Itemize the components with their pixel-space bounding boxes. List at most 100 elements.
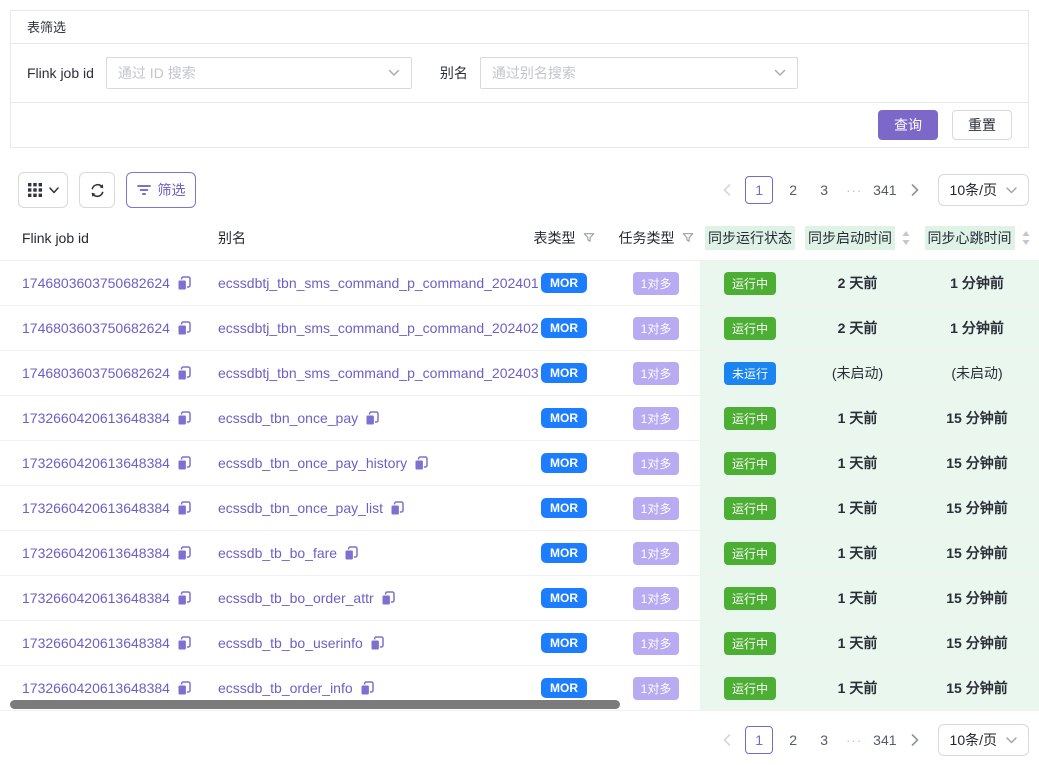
start-time-value: 1 天前 bbox=[838, 408, 878, 428]
query-button[interactable]: 查询 bbox=[878, 110, 938, 140]
funnel-filter-icon[interactable] bbox=[682, 232, 694, 244]
pagination-ellipsis[interactable]: ··· bbox=[844, 733, 864, 748]
sorter-icon[interactable] bbox=[902, 231, 910, 245]
sync-heartbeat-time-cell: 1 分钟前 bbox=[915, 261, 1039, 305]
page-button-1[interactable]: 1 bbox=[745, 726, 773, 754]
pagination-ellipsis[interactable]: ··· bbox=[844, 183, 864, 198]
alias-value[interactable]: ecssdb_tb_bo_userinfo bbox=[218, 635, 363, 651]
flink-job-id-cell: 1732660420613648384 bbox=[0, 441, 196, 485]
copy-icon[interactable] bbox=[390, 501, 404, 516]
copy-icon[interactable] bbox=[365, 411, 379, 426]
table-type-badge: MOR bbox=[541, 498, 587, 518]
copy-icon[interactable] bbox=[177, 591, 191, 606]
reset-button[interactable]: 重置 bbox=[952, 110, 1012, 140]
next-page-button[interactable] bbox=[906, 184, 924, 196]
table-header-row: Flink job id 别名 表类型 任务类型 同步运行状态 同步启动时间 bbox=[0, 216, 1039, 261]
copy-icon[interactable] bbox=[177, 456, 191, 471]
table-body: 1746803603750682624 ecssdbtj_tbn_sms_com… bbox=[0, 261, 1039, 711]
flink-job-id-value[interactable]: 1732660420613648384 bbox=[22, 500, 170, 516]
copy-icon[interactable] bbox=[177, 411, 191, 426]
page-size-select[interactable]: 10条/页 bbox=[938, 174, 1029, 206]
start-time-value: 1 天前 bbox=[838, 633, 878, 653]
prev-page-button[interactable] bbox=[718, 184, 736, 196]
sync-status-cell: 未运行 bbox=[700, 351, 800, 395]
sync-status-cell: 运行中 bbox=[700, 441, 800, 485]
sync-start-time-cell: 1 天前 bbox=[800, 441, 915, 485]
copy-icon[interactable] bbox=[177, 321, 191, 336]
horizontal-scrollbar-thumb[interactable] bbox=[10, 700, 620, 709]
flink-job-id-value[interactable]: 1732660420613648384 bbox=[22, 545, 170, 561]
sync-status-cell: 运行中 bbox=[700, 396, 800, 440]
page-button-3[interactable]: 3 bbox=[813, 182, 835, 198]
alias-label: 别名 bbox=[440, 63, 468, 83]
table-row: 1746803603750682624 ecssdbtj_tbn_sms_com… bbox=[0, 351, 1039, 396]
alias-value[interactable]: ecssdbtj_tbn_sms_command_p_command_20240… bbox=[218, 275, 539, 291]
sorter-icon[interactable] bbox=[1022, 231, 1030, 245]
copy-icon[interactable] bbox=[177, 501, 191, 516]
flink-job-id-cell: 1732660420613648384 bbox=[0, 621, 196, 665]
refresh-button[interactable] bbox=[79, 172, 115, 208]
alias-cell: ecssdb_tb_bo_fare bbox=[196, 531, 516, 575]
funnel-filter-icon[interactable] bbox=[583, 232, 595, 244]
alias-value[interactable]: ecssdb_tbn_once_pay_list bbox=[218, 500, 383, 516]
sync-heartbeat-time-cell: (未启动) bbox=[915, 351, 1039, 395]
table-filter-button-label: 筛选 bbox=[158, 180, 186, 200]
flink-job-id-value[interactable]: 1732660420613648384 bbox=[22, 455, 170, 471]
task-type-cell: 1对多 bbox=[612, 621, 700, 665]
flink-job-id-value[interactable]: 1746803603750682624 bbox=[22, 275, 170, 291]
flink-job-id-value[interactable]: 1732660420613648384 bbox=[22, 680, 170, 696]
status-badge: 运行中 bbox=[724, 452, 776, 475]
flink-job-id-value[interactable]: 1732660420613648384 bbox=[22, 635, 170, 651]
task-type-badge: 1对多 bbox=[633, 407, 680, 430]
flink-job-id-value[interactable]: 1746803603750682624 bbox=[22, 320, 170, 336]
table-type-cell: MOR bbox=[516, 441, 612, 485]
heartbeat-time-value: (未启动) bbox=[951, 363, 1002, 383]
flink-job-id-select[interactable]: 通过 ID 搜索 bbox=[106, 57, 412, 89]
table-type-badge: MOR bbox=[541, 273, 587, 293]
copy-icon[interactable] bbox=[370, 636, 384, 651]
page-button-last[interactable]: 341 bbox=[873, 182, 896, 198]
alias-value[interactable]: ecssdb_tb_order_info bbox=[218, 680, 353, 696]
task-type-badge: 1对多 bbox=[633, 362, 680, 385]
page-size-value: 10条/页 bbox=[950, 730, 997, 750]
sync-status-cell: 运行中 bbox=[700, 576, 800, 620]
filter-panel: 表筛选 Flink job id 通过 ID 搜索 别名 通过别名搜索 查询 重… bbox=[10, 10, 1029, 148]
start-time-value: (未启动) bbox=[832, 363, 883, 383]
density-button[interactable] bbox=[18, 172, 68, 208]
copy-icon[interactable] bbox=[414, 456, 428, 471]
table-type-cell: MOR bbox=[516, 261, 612, 305]
status-badge: 运行中 bbox=[724, 272, 776, 295]
page-button-2[interactable]: 2 bbox=[782, 182, 804, 198]
copy-icon[interactable] bbox=[177, 366, 191, 381]
chevron-down-icon bbox=[1006, 187, 1017, 194]
sync-status-cell: 运行中 bbox=[700, 306, 800, 350]
page-button-2[interactable]: 2 bbox=[782, 732, 804, 748]
task-type-cell: 1对多 bbox=[612, 306, 700, 350]
alias-value[interactable]: ecssdb_tb_bo_order_attr bbox=[218, 590, 374, 606]
flink-job-id-value[interactable]: 1732660420613648384 bbox=[22, 590, 170, 606]
flink-job-id-value[interactable]: 1732660420613648384 bbox=[22, 410, 170, 426]
copy-icon[interactable] bbox=[177, 681, 191, 696]
alias-value[interactable]: ecssdb_tbn_once_pay bbox=[218, 410, 358, 426]
page-button-3[interactable]: 3 bbox=[813, 732, 835, 748]
next-page-button[interactable] bbox=[906, 734, 924, 746]
alias-cell: ecssdb_tbn_once_pay bbox=[196, 396, 516, 440]
copy-icon[interactable] bbox=[360, 681, 374, 696]
copy-icon[interactable] bbox=[177, 546, 191, 561]
copy-icon[interactable] bbox=[177, 636, 191, 651]
flink-job-id-value[interactable]: 1746803603750682624 bbox=[22, 365, 170, 381]
alias-value[interactable]: ecssdb_tbn_once_pay_history bbox=[218, 455, 407, 471]
page-button-last[interactable]: 341 bbox=[873, 732, 896, 748]
alias-value[interactable]: ecssdb_tb_bo_fare bbox=[218, 545, 337, 561]
alias-select[interactable]: 通过别名搜索 bbox=[480, 57, 798, 89]
alias-value[interactable]: ecssdbtj_tbn_sms_command_p_command_20240… bbox=[218, 320, 539, 336]
page-size-select[interactable]: 10条/页 bbox=[938, 724, 1029, 756]
copy-icon[interactable] bbox=[177, 276, 191, 291]
table-row: 1732660420613648384 ecssdb_tbn_once_pay_… bbox=[0, 441, 1039, 486]
copy-icon[interactable] bbox=[381, 591, 395, 606]
page-button-1[interactable]: 1 bbox=[745, 176, 773, 204]
table-filter-button[interactable]: 筛选 bbox=[126, 172, 196, 208]
alias-value[interactable]: ecssdbtj_tbn_sms_command_p_command_20240… bbox=[218, 365, 539, 381]
prev-page-button[interactable] bbox=[718, 734, 736, 746]
copy-icon[interactable] bbox=[344, 546, 358, 561]
